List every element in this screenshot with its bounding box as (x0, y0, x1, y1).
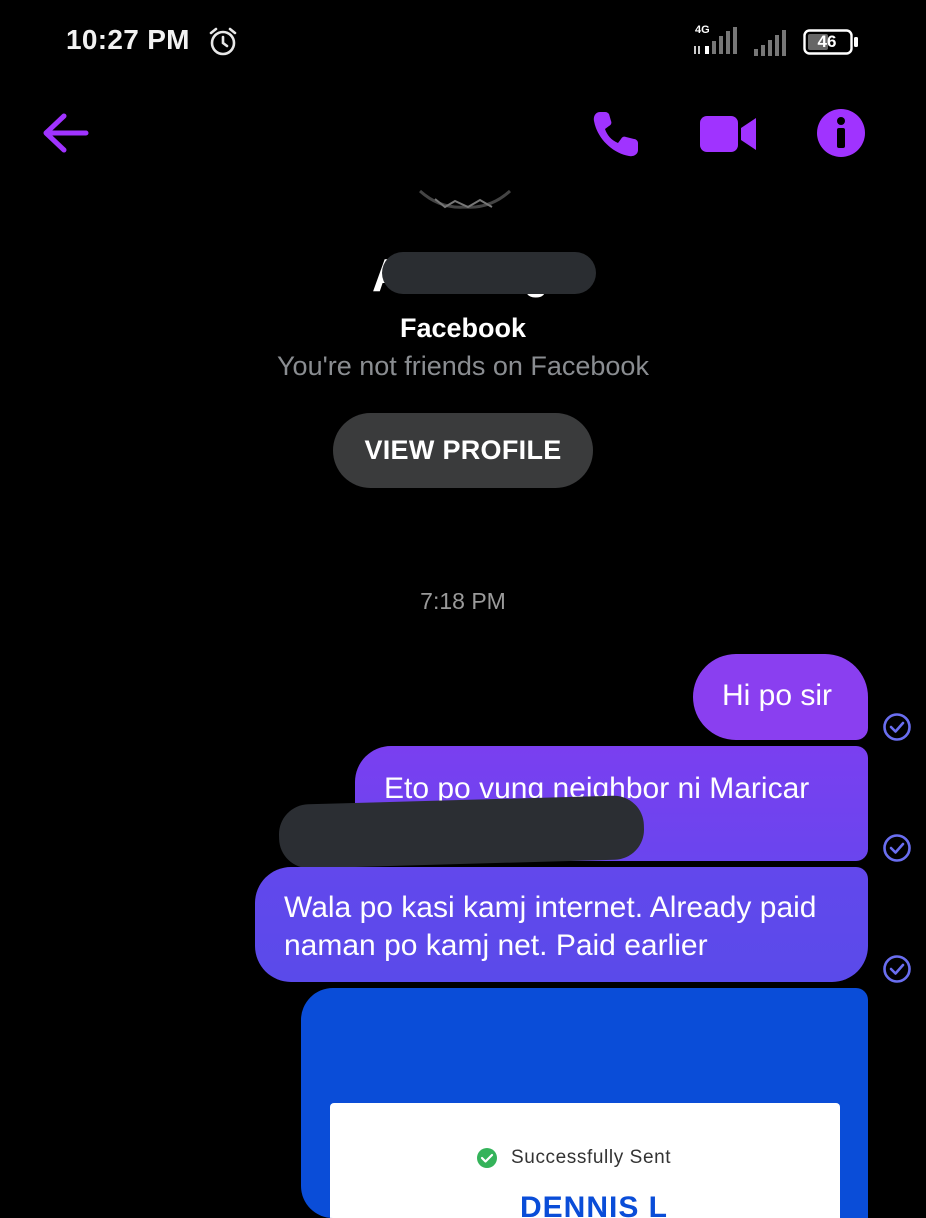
redaction-overlay (278, 794, 645, 870)
redaction-overlay (382, 252, 596, 294)
receipt-card: Successfully Sent DENNIS L (330, 1103, 840, 1218)
message-bubble[interactable]: Wala po kasi kamj internet. Already paid… (255, 867, 868, 982)
delivered-check-icon (883, 834, 911, 862)
message-bubble[interactable]: Hi po sir (693, 654, 868, 740)
success-status-text: Successfully Sent (511, 1147, 672, 1168)
signal-icon: 4G (691, 24, 741, 56)
video-camera-icon[interactable] (698, 112, 758, 156)
message-timestamp: 7:18 PM (420, 588, 506, 614)
battery-level: 46 (817, 32, 837, 51)
delivered-check-icon (883, 955, 911, 983)
delivered-check-icon (883, 713, 911, 741)
image-attachment[interactable]: Successfully Sent DENNIS L (301, 988, 868, 1218)
signal-icon (754, 30, 786, 56)
profile-platform: Facebook (399, 313, 527, 343)
view-profile-button[interactable]: VIEW PROFILE (333, 413, 593, 488)
battery-icon: 46 (803, 29, 859, 55)
info-icon[interactable] (816, 108, 866, 158)
back-arrow-icon[interactable] (40, 110, 90, 156)
alarm-icon (209, 27, 237, 56)
friend-status-text: You're not friends on Facebook (277, 351, 649, 381)
avatar (418, 189, 512, 209)
status-time: 10:27 PM (66, 24, 190, 55)
receipt-recipient-name: DENNIS L (520, 1191, 669, 1218)
success-check-icon (477, 1148, 497, 1168)
phone-icon[interactable] (590, 108, 642, 160)
